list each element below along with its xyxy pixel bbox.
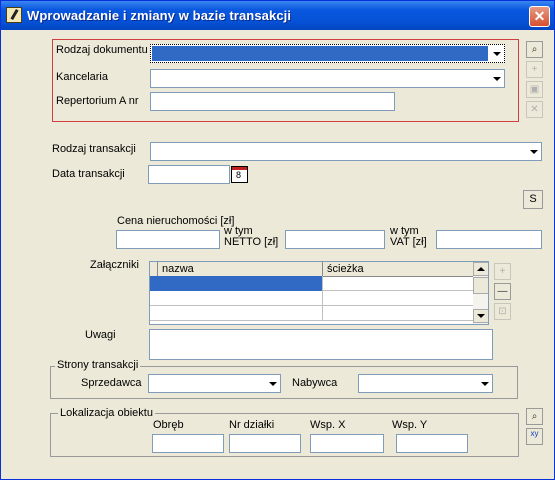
title-bar[interactable]: Wprowadzanie i zmiany w bazie transakcji… — [1, 1, 554, 30]
document-type-label: Rodzaj dokumentu — [56, 44, 148, 56]
attachments-grid-header: nazwa ścieżka — [150, 262, 475, 277]
grid-cell-path[interactable] — [323, 276, 475, 291]
seller-label: Sprzedawca — [81, 377, 142, 389]
scroll-up-icon — [477, 267, 485, 271]
chevron-down-icon[interactable] — [488, 45, 504, 62]
row-indicator-header — [150, 262, 158, 276]
binoculars-icon[interactable]: ⌕ — [526, 41, 543, 58]
coord-x-input[interactable] — [310, 434, 384, 453]
vat-label-line2: VAT [zł] — [390, 236, 427, 248]
coord-x-label: Wsp. X — [310, 419, 346, 431]
parcel-number-label: Nr działki — [229, 419, 275, 431]
repertorium-label: Repertorium A nr — [56, 95, 139, 107]
coord-y-label: Wsp. Y — [392, 419, 428, 431]
office-label: Kancelaria — [56, 71, 108, 83]
chevron-down-icon[interactable] — [264, 375, 280, 392]
notes-label: Uwagi — [85, 329, 116, 341]
app-pen-icon — [6, 7, 22, 23]
chevron-down-icon[interactable] — [488, 70, 504, 87]
transaction-window: Wprowadzanie i zmiany w bazie transakcji… — [0, 0, 555, 480]
document-type-selection — [152, 46, 488, 61]
map-search-icon[interactable]: ⌕ — [526, 408, 543, 425]
buyer-label: Nabywca — [292, 377, 338, 389]
remove-attachment-button[interactable]: — — [494, 283, 511, 300]
scroll-up-button[interactable] — [473, 262, 488, 276]
parcel-number-input[interactable] — [229, 434, 301, 453]
grid-cell-path[interactable] — [323, 291, 475, 306]
calendar-day: 8 — [236, 170, 242, 180]
coord-y-input[interactable] — [396, 434, 468, 453]
table-row[interactable] — [150, 306, 475, 321]
column-header-path[interactable]: ścieżka — [323, 262, 475, 276]
transaction-type-label: Rodzaj transakcji — [52, 143, 136, 155]
table-row[interactable] — [150, 291, 475, 306]
price-label: Cena nieruchomości [zł] — [117, 215, 235, 227]
netto-input[interactable] — [285, 230, 385, 249]
vat-input[interactable] — [436, 230, 542, 249]
chevron-down-icon[interactable] — [476, 375, 492, 392]
attachments-grid[interactable]: nazwa ścieżka — [149, 261, 489, 325]
add-attachment-button[interactable]: + — [494, 263, 511, 280]
location-group-title: Lokalizacja obiektu — [58, 407, 155, 419]
scroll-down-button[interactable] — [473, 309, 488, 323]
grid-cell-name[interactable] — [150, 306, 323, 321]
save-record-button[interactable]: ▣ — [526, 81, 543, 98]
column-header-name[interactable]: nazwa — [158, 262, 323, 276]
netto-label: w tym NETTO [zł] — [224, 226, 278, 248]
open-attachment-button[interactable]: ⊡ — [494, 303, 511, 320]
price-input[interactable] — [116, 230, 220, 249]
notes-textarea[interactable] — [149, 329, 493, 360]
calendar-icon[interactable]: 8 — [231, 166, 248, 183]
transaction-date-input[interactable] — [148, 165, 230, 184]
vat-label: w tym VAT [zł] — [390, 226, 427, 248]
s-button[interactable]: S — [523, 190, 543, 209]
parties-group-title: Strony transakcji — [55, 359, 141, 371]
grid-cell-name[interactable] — [150, 276, 323, 291]
transaction-date-label: Data transakcji — [52, 168, 125, 180]
close-button[interactable]: ✕ — [529, 6, 550, 27]
grid-cell-path[interactable] — [323, 306, 475, 321]
table-row[interactable] — [150, 276, 475, 291]
document-type-combo[interactable] — [150, 44, 505, 63]
delete-record-button[interactable]: ✕ — [526, 101, 543, 118]
chevron-down-icon[interactable] — [525, 143, 541, 160]
scroll-down-icon — [477, 314, 485, 318]
seller-combo[interactable] — [148, 374, 281, 393]
netto-label-line2: NETTO [zł] — [224, 236, 279, 248]
attachments-label: Załączniki — [90, 259, 139, 271]
scroll-thumb[interactable] — [473, 277, 488, 294]
obreb-label: Obręb — [153, 419, 184, 431]
transaction-type-combo[interactable] — [150, 142, 542, 161]
buyer-combo[interactable] — [358, 374, 493, 393]
office-combo[interactable] — [150, 69, 505, 88]
coordinates-icon[interactable]: xy — [526, 428, 543, 445]
window-title: Wprowadzanie i zmiany w bazie transakcji — [27, 8, 292, 23]
obreb-input[interactable] — [152, 434, 224, 453]
add-record-button[interactable]: + — [526, 61, 543, 78]
grid-cell-name[interactable] — [150, 291, 323, 306]
grid-scrollbar[interactable] — [473, 262, 488, 324]
repertorium-input[interactable] — [150, 92, 395, 111]
